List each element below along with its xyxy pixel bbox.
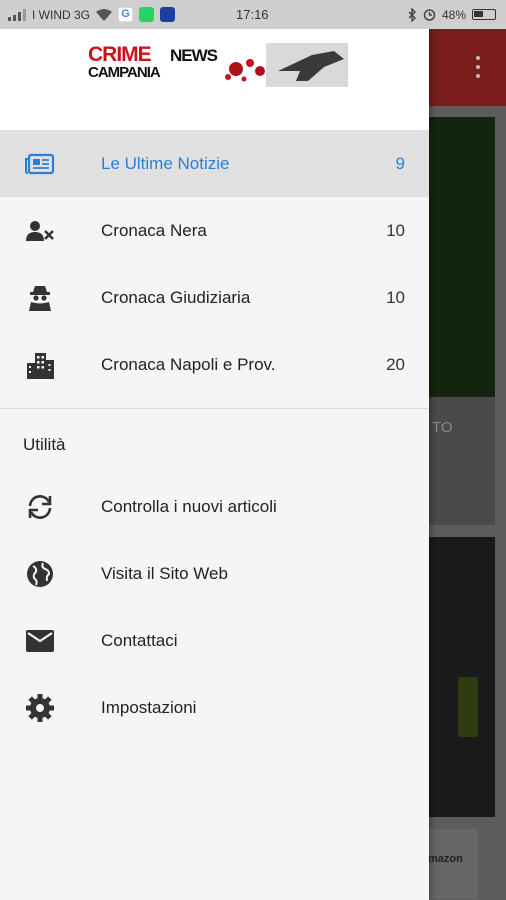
menu-item-label: Cronaca Napoli e Prov. xyxy=(101,354,276,374)
carrier-label: I WIND 3G xyxy=(32,7,91,22)
menu-item-impostazioni[interactable]: Impostazioni xyxy=(0,674,429,741)
alarm-icon xyxy=(423,9,436,21)
menu-item-label: Le Ultime Notizie xyxy=(101,153,230,173)
blood-splatter-icon xyxy=(225,43,348,87)
article-card[interactable]: TO xyxy=(428,397,495,525)
globe-icon xyxy=(24,560,56,588)
menu-item-count: 9 xyxy=(395,153,405,173)
article-image[interactable] xyxy=(428,117,495,397)
app-notification-icon xyxy=(160,7,176,22)
logo-campania: CAMPANIA xyxy=(88,64,161,81)
clock: 17:16 xyxy=(236,7,269,22)
whatsapp-icon xyxy=(139,7,155,22)
overflow-menu-icon[interactable] xyxy=(476,56,480,78)
menu-item-cronaca-nera[interactable]: Cronaca Nera 10 xyxy=(0,197,429,264)
menu-item-count: 20 xyxy=(386,354,405,374)
menu-item-label: Controlla i nuovi articoli xyxy=(101,496,277,516)
menu-item-label: Cronaca Giudiziaria xyxy=(101,287,251,307)
spy-icon xyxy=(24,284,56,312)
drawer-header: CRIME NEWS CAMPANIA xyxy=(0,29,429,130)
navigation-drawer: CRIME NEWS CAMPANIA Le Ultime Notizie 9 … xyxy=(0,29,429,900)
ad-text: mazon xyxy=(428,853,463,865)
gear-icon xyxy=(24,693,56,722)
menu-item-controlla-articoli[interactable]: Controlla i nuovi articoli xyxy=(0,473,429,540)
menu-item-cronaca-napoli[interactable]: Cronaca Napoli e Prov. 20 xyxy=(0,331,429,398)
mail-icon xyxy=(24,627,56,655)
newspaper-icon xyxy=(24,150,56,178)
section-title: Utilità xyxy=(23,435,66,454)
person-cross-icon xyxy=(24,217,56,245)
app-logo: CRIME NEWS CAMPANIA xyxy=(86,41,348,89)
battery-percent: 48% xyxy=(441,7,466,22)
menu-item-visita-sito[interactable]: Visita il Sito Web xyxy=(0,540,429,607)
article-title: TO xyxy=(432,419,453,436)
menu-item-cronaca-giudiziaria[interactable]: Cronaca Giudiziaria 10 xyxy=(0,264,429,331)
menu-item-contattaci[interactable]: Contattaci xyxy=(0,607,429,674)
battery-icon xyxy=(472,9,496,20)
google-icon: G xyxy=(118,7,134,22)
bluetooth-icon xyxy=(408,7,416,22)
section-header-utilita: Utilità xyxy=(0,409,429,473)
signal-icon xyxy=(8,8,26,21)
ad-banner[interactable]: mazon xyxy=(428,829,478,899)
menu-item-label: Contattaci xyxy=(101,630,178,650)
menu-item-count: 10 xyxy=(386,220,405,240)
menu-item-count: 10 xyxy=(386,287,405,307)
status-bar: I WIND 3G G 17:16 48% xyxy=(0,0,506,29)
wifi-icon xyxy=(96,8,113,21)
menu-item-label: Impostazioni xyxy=(101,697,197,717)
logo-news: NEWS xyxy=(170,46,218,65)
article-image[interactable] xyxy=(428,537,495,817)
menu-item-label: Cronaca Nera xyxy=(101,220,207,240)
sync-icon xyxy=(24,493,56,521)
city-icon xyxy=(24,351,56,379)
menu-item-label: Visita il Sito Web xyxy=(101,563,228,583)
menu-item-ultime-notizie[interactable]: Le Ultime Notizie 9 xyxy=(0,130,429,197)
